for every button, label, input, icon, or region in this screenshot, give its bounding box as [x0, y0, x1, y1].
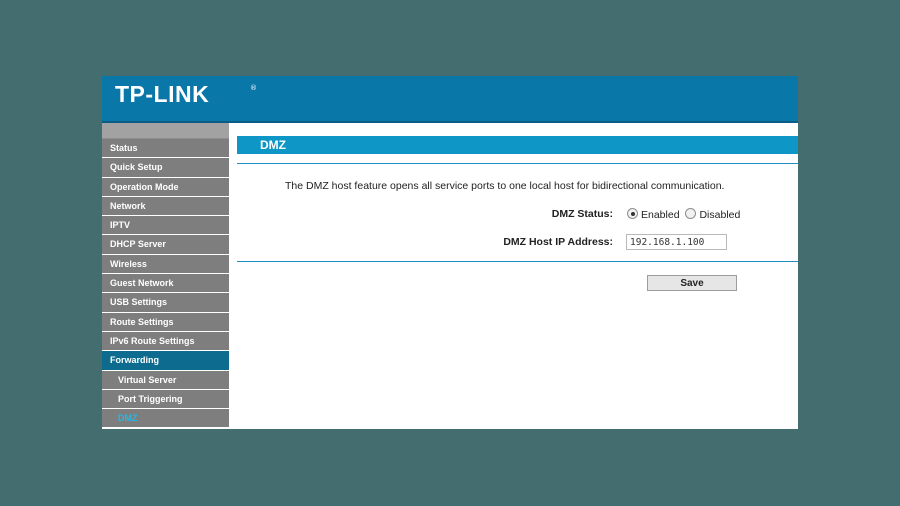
dmz-description: The DMZ host feature opens all service p…: [285, 180, 725, 192]
sidebar-item-port-triggering[interactable]: Port Triggering: [102, 389, 229, 410]
dmz-host-ip-label: DMZ Host IP Address:: [503, 236, 613, 248]
radio-enabled-label[interactable]: Enabled: [641, 209, 680, 221]
sidebar-top-bar: [102, 123, 229, 139]
sidebar-item-status[interactable]: Status: [102, 139, 229, 159]
sidebar-item-dmz[interactable]: DMZ: [102, 409, 229, 429]
sidebar-item-operation-mode[interactable]: Operation Mode: [102, 177, 229, 197]
dmz-host-ip-input[interactable]: [626, 234, 727, 250]
radio-disabled-label[interactable]: Disabled: [699, 209, 740, 221]
sidebar-item-usb-settings[interactable]: USB Settings: [102, 293, 229, 313]
sidebar-item-ipv6-route-settings[interactable]: IPv6 Route Settings: [102, 331, 229, 352]
sidebar-item-dhcp-server[interactable]: DHCP Server: [102, 235, 229, 255]
main-content: DMZ The DMZ host feature opens all servi…: [229, 123, 798, 429]
sidebar-menu: Status Quick Setup Operation Mode Network IP…: [102, 123, 229, 429]
dmz-status-label: DMZ Status:: [551, 208, 613, 220]
sidebar-item-wireless[interactable]: Wireless: [102, 254, 229, 275]
sidebar-item-virtual-server[interactable]: Virtual Server: [102, 370, 229, 390]
radio-disabled[interactable]: [685, 208, 697, 219]
sidebar-item-route-settings[interactable]: Route Settings: [102, 312, 229, 332]
sidebar-nav-list: Status Quick Setup Operation Mode Network IP…: [102, 139, 229, 429]
tp-link-logo: TP-LINK: [115, 81, 210, 107]
sidebar-item-network[interactable]: Network: [102, 196, 229, 217]
radio-enabled[interactable]: [627, 208, 638, 219]
sidebar-item-forwarding[interactable]: Forwarding: [102, 351, 229, 371]
registered-mark: ®: [250, 84, 257, 92]
dmz-status-radio-group: Enabled Disabled: [627, 208, 743, 221]
page-title: DMZ: [237, 136, 798, 154]
sidebar-item-guest-network[interactable]: Guest Network: [102, 274, 229, 294]
sidebar-item-quick-setup[interactable]: Quick Setup: [102, 158, 229, 178]
sidebar-item-iptv[interactable]: IPTV: [102, 216, 229, 236]
form-divider: [237, 261, 798, 262]
title-divider: [237, 163, 798, 164]
save-button[interactable]: Save: [647, 275, 737, 291]
header-banner: TP-LINK ®: [102, 76, 798, 123]
router-admin-window: TP-LINK ® Status Quick Setup Operation Mod…: [102, 76, 798, 429]
